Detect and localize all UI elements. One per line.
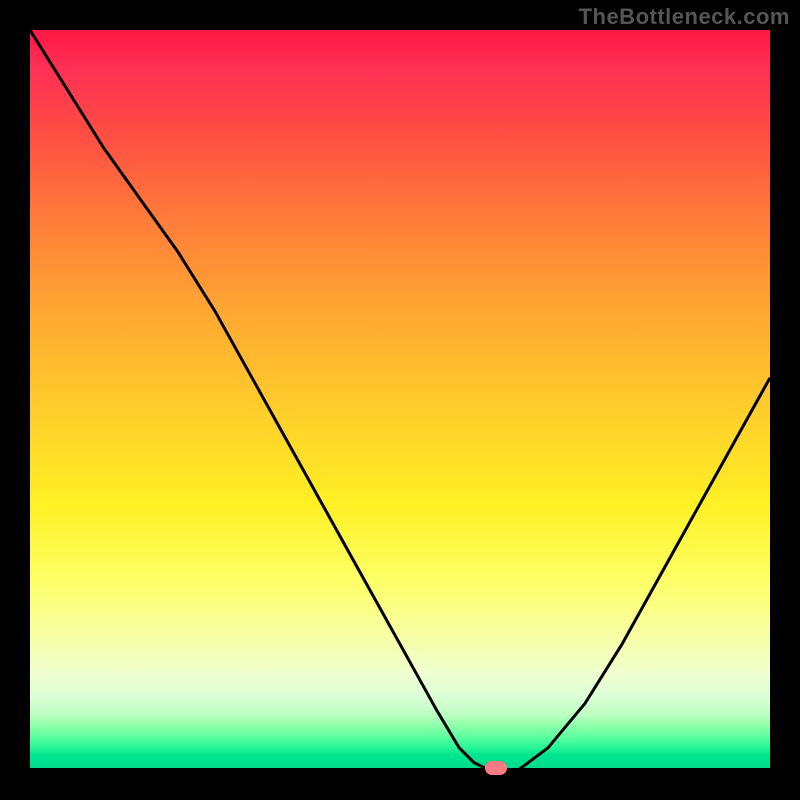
plot-area xyxy=(30,30,770,770)
chart-frame: TheBottleneck.com xyxy=(0,0,800,800)
watermark-text: TheBottleneck.com xyxy=(579,4,790,30)
bottleneck-curve xyxy=(30,30,770,770)
optimum-marker xyxy=(485,761,507,775)
curve-path xyxy=(30,30,770,770)
